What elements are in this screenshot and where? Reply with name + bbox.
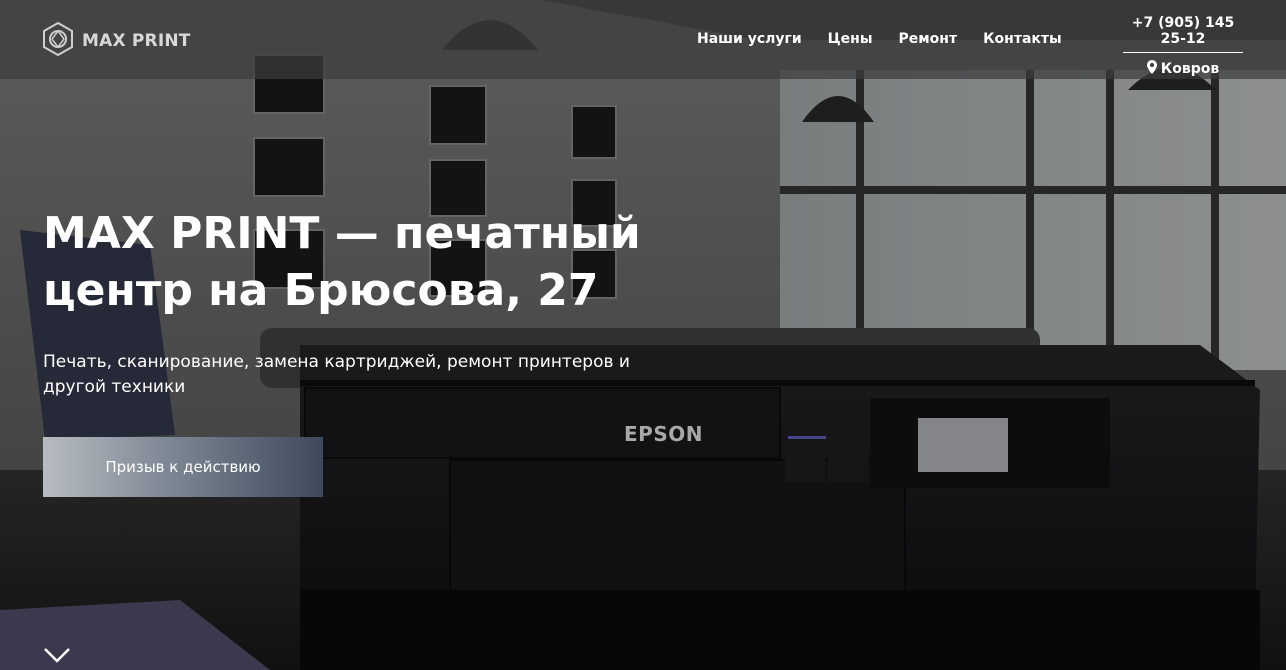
hero-subtitle: Печать, сканирование, замена картриджей,… [43, 352, 630, 397]
cta-button[interactable]: Призыв к действию [43, 437, 323, 497]
nav-item-services[interactable]: Наши услуги [697, 31, 802, 47]
hero-title: MAX PRINT — печатный центр на Брюсова, 2… [43, 208, 641, 316]
city-label: Ковров [1160, 61, 1220, 77]
chevron-down-icon[interactable] [43, 645, 71, 665]
map-pin-icon [1146, 60, 1157, 78]
nav-item-contacts[interactable]: Контакты [983, 31, 1062, 47]
main-nav: Наши услуги Цены Ремонт Контакты [697, 31, 1062, 47]
printer-brand-label: EPSON [624, 422, 703, 446]
site-header: MAX PRINT Наши услуги Цены Ремонт Контак… [0, 0, 1286, 79]
dark-overlay [0, 0, 1286, 670]
city-selector[interactable]: Ковров [1123, 60, 1243, 78]
hexagon-aperture-icon [42, 21, 74, 60]
nav-item-repair[interactable]: Ремонт [898, 31, 957, 47]
brand-name: MAX PRINT [82, 31, 191, 51]
hero-section: EPSON MAX PRINT Наши услуги Цены Ремонт … [0, 0, 1286, 670]
phone-link[interactable]: +7 (905) 145 25-12 [1123, 15, 1243, 53]
nav-item-prices[interactable]: Цены [828, 31, 873, 47]
logo-link[interactable]: MAX PRINT [42, 21, 191, 60]
header-contact: +7 (905) 145 25-12 Ковров [1123, 15, 1243, 78]
